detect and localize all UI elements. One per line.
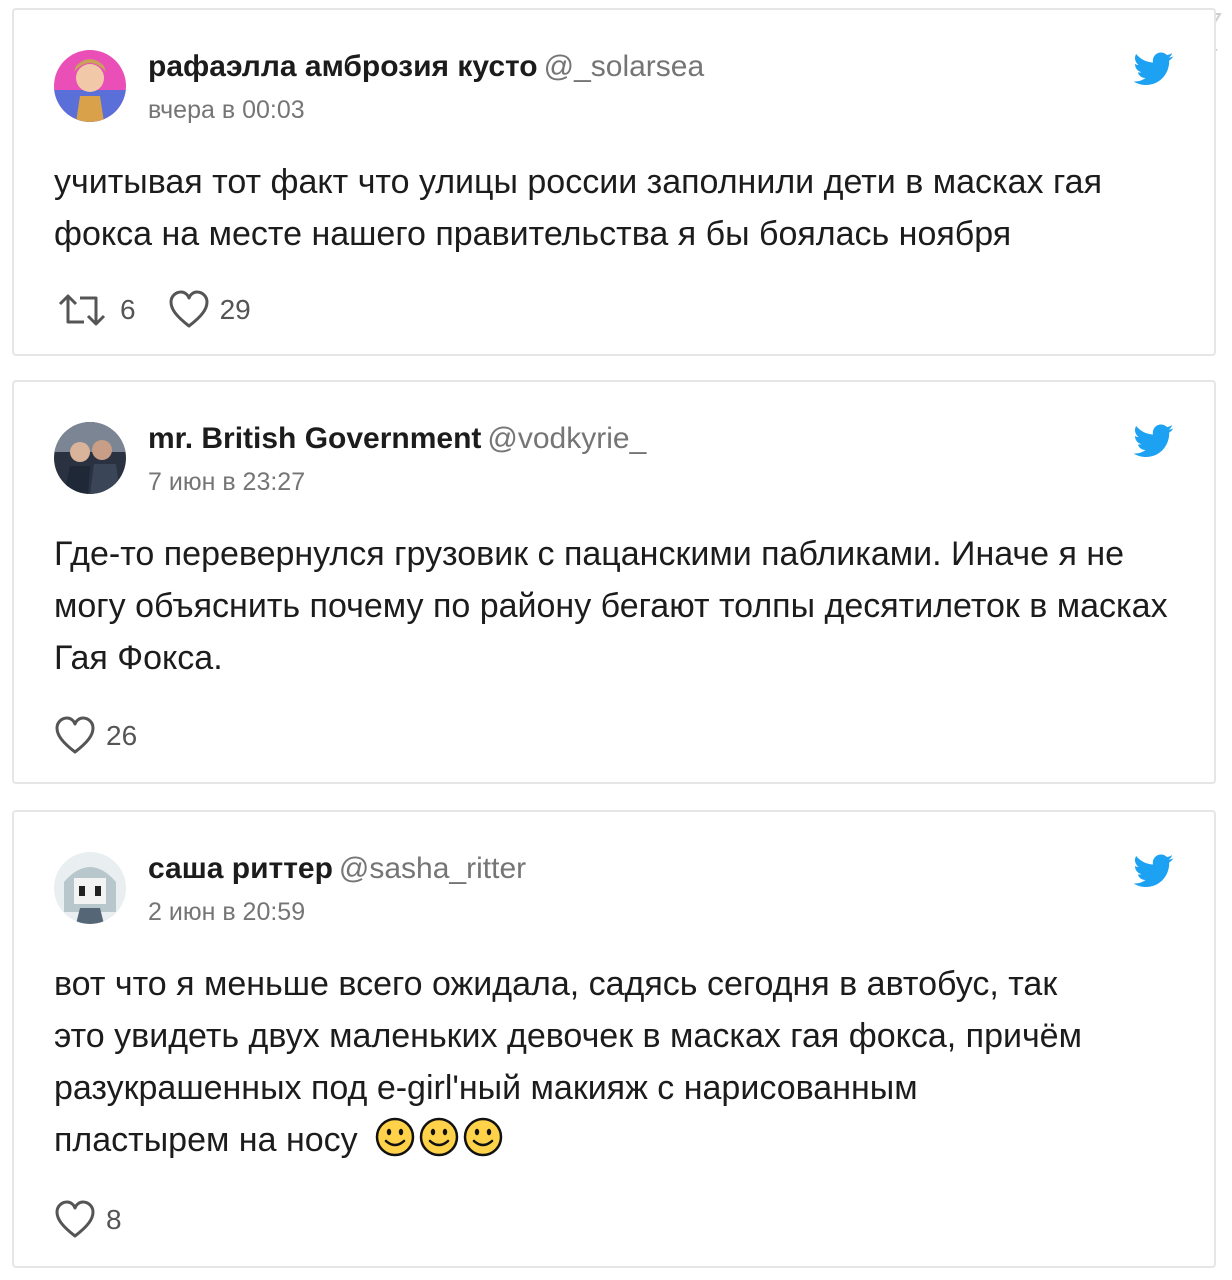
author-handle[interactable]: @sasha_ritter xyxy=(339,852,526,885)
tweet-actions: 8 xyxy=(54,1200,154,1240)
author-line: mr. British Government @vodkyrie_ xyxy=(148,422,646,456)
like-button[interactable]: 26 xyxy=(54,716,137,756)
tweet-text: Где-то перевернулся грузовик с пацанским… xyxy=(54,535,1168,677)
twitter-bird-icon[interactable] xyxy=(1134,424,1174,458)
tweet-text-line: разукрашенных под e-girl'ный макияж с на… xyxy=(54,1069,918,1107)
heart-icon xyxy=(169,290,209,328)
like-count: 26 xyxy=(106,720,138,751)
slightly-smiling-face-icon xyxy=(463,1117,503,1157)
author-name[interactable]: рафаэлла амброзия кусто xyxy=(148,50,538,83)
slightly-smiling-face-icon xyxy=(419,1117,459,1157)
retweet-count: 6 xyxy=(120,294,136,325)
retweet-icon xyxy=(58,294,106,326)
heart-icon xyxy=(55,1200,95,1238)
author-line: саша риттер @sasha_ritter xyxy=(148,852,526,886)
tweet-text-segment: пластырем на носу xyxy=(54,1121,358,1159)
tweet-text: вот что я меньше всего ожидала, садясь с… xyxy=(54,958,1174,1166)
tweet-text: учитывая тот факт что улицы россии запол… xyxy=(54,163,1102,253)
like-button[interactable]: 8 xyxy=(54,1200,122,1240)
twitter-bird-icon[interactable] xyxy=(1134,854,1174,888)
retweet-button[interactable]: 6 xyxy=(54,290,136,330)
twitter-bird-icon[interactable] xyxy=(1134,52,1174,86)
author-line: рафаэлла амброзия кусто @_solarsea xyxy=(148,50,704,84)
tweet-text-line: это увидеть двух маленьких девочек в мас… xyxy=(54,1017,1082,1055)
like-count: 29 xyxy=(219,294,251,325)
heart-icon xyxy=(55,716,95,754)
like-button[interactable]: 29 xyxy=(168,290,251,330)
author-name[interactable]: mr. British Government xyxy=(148,422,481,455)
tweet-text-line: пластырем на носу xyxy=(54,1114,1174,1166)
avatar[interactable] xyxy=(54,50,126,122)
avatar[interactable] xyxy=(54,422,126,494)
tweet-date[interactable]: 7 июн в 23:27 xyxy=(148,468,305,497)
tweet-date[interactable]: 2 июн в 20:59 xyxy=(148,898,305,927)
tweet-date[interactable]: вчера в 00:03 xyxy=(148,96,305,125)
tweet-text-line: вот что я меньше всего ожидала, садясь с… xyxy=(54,965,1058,1003)
tweet-card[interactable]: mr. British Government @vodkyrie_ 7 июн в… xyxy=(12,380,1216,784)
avatar[interactable] xyxy=(54,852,126,924)
slightly-smiling-face-icon xyxy=(375,1117,415,1157)
author-handle[interactable]: @vodkyrie_ xyxy=(487,422,646,455)
tweet-card[interactable]: рафаэлла амброзия кусто @_solarsea вчера … xyxy=(12,8,1216,356)
author-name[interactable]: саша риттер xyxy=(148,852,333,885)
tweet-card[interactable]: саша риттер @sasha_ritter 2 июн в 20:59 в… xyxy=(12,810,1216,1268)
like-count: 8 xyxy=(106,1204,122,1235)
tweet-actions: 6 29 xyxy=(54,290,283,330)
author-handle[interactable]: @_solarsea xyxy=(544,50,705,83)
tweet-actions: 26 xyxy=(54,716,169,756)
